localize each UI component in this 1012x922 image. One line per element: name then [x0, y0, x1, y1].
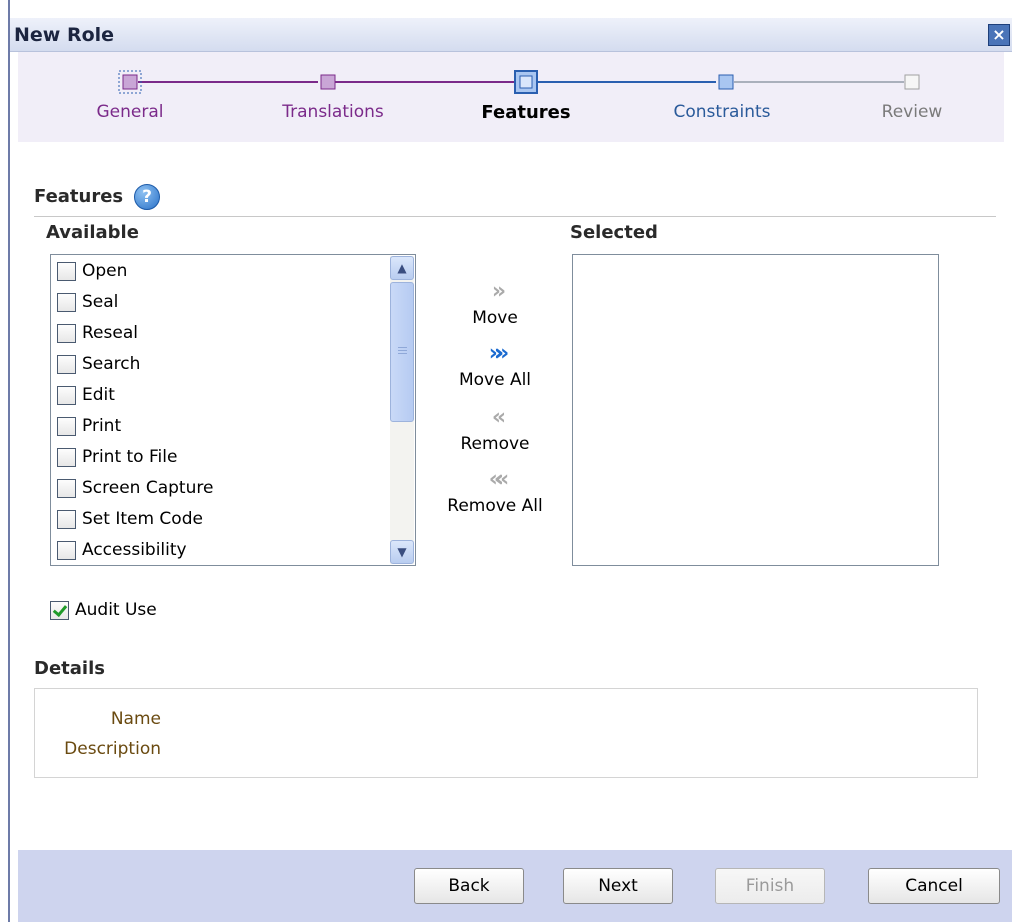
checkbox[interactable] [57, 416, 76, 436]
checkbox[interactable] [57, 292, 76, 312]
list-item-seal[interactable]: Seal [57, 288, 118, 316]
help-icon[interactable]: ? [134, 184, 160, 210]
remove-label: Remove [460, 434, 530, 454]
checkbox[interactable] [57, 354, 76, 374]
dialog-footer: Back Next Finish Cancel [18, 850, 1012, 922]
step-translations-label[interactable]: Translations [268, 102, 398, 122]
list-item-open[interactable]: Open [57, 257, 127, 285]
option-label: Reseal [82, 323, 138, 343]
details-panel: Name Description [34, 688, 978, 778]
step-review: Review [852, 102, 972, 122]
checkbox[interactable] [57, 447, 76, 467]
move-icon: » [491, 279, 506, 304]
audit-use-checkbox[interactable]: Audit Use [50, 600, 157, 620]
available-label: Available [46, 222, 139, 243]
remove-all-label: Remove All [447, 496, 543, 516]
step-review-marker [904, 74, 920, 90]
move-all-button[interactable]: »» Move All [440, 341, 550, 391]
dialog-title: New Role [14, 24, 115, 46]
option-label: Print [82, 416, 122, 436]
checkbox[interactable] [57, 509, 76, 529]
list-item-set-item-code[interactable]: Set Item Code [57, 505, 203, 533]
section-divider [34, 216, 996, 217]
step-translations[interactable]: Translations [268, 102, 398, 122]
audit-use-check[interactable] [50, 600, 69, 620]
wizard-train: General Translations Features Constraint… [18, 52, 1004, 142]
option-label: Accessibility [82, 540, 187, 560]
selected-label: Selected [570, 222, 658, 243]
step-constraints[interactable]: Constraints [662, 102, 782, 122]
selected-list[interactable] [572, 254, 939, 566]
list-item-reseal[interactable]: Reseal [57, 319, 138, 347]
option-label: Edit [82, 385, 115, 405]
step-features: Features [466, 102, 586, 123]
option-label: Set Item Code [82, 509, 203, 529]
list-item-search[interactable]: Search [57, 350, 140, 378]
description-label: Description [64, 739, 161, 759]
train-connector-lines [138, 81, 904, 83]
list-item-edit[interactable]: Edit [57, 381, 115, 409]
checkbox[interactable] [57, 540, 76, 560]
option-label: Print to File [82, 447, 178, 467]
close-icon[interactable]: × [988, 24, 1010, 46]
move-all-icon: »» [488, 341, 509, 366]
name-label: Name [110, 709, 161, 729]
step-review-label: Review [881, 102, 943, 122]
step-features-label: Features [481, 102, 571, 123]
list-item-screen-capture[interactable]: Screen Capture [57, 474, 213, 502]
option-label: Search [82, 354, 141, 374]
move-all-label: Move All [458, 370, 532, 390]
finish-button: Finish [715, 868, 825, 904]
list-item-print-to-file[interactable]: Print to File [57, 443, 177, 471]
checkbox[interactable] [57, 323, 76, 343]
checkbox[interactable] [57, 478, 76, 498]
step-translations-marker[interactable] [319, 73, 337, 91]
step-constraints-label[interactable]: Constraints [662, 102, 782, 122]
audit-use-label: Audit Use [75, 600, 157, 620]
step-features-marker [514, 70, 538, 94]
dialog-titlebar: New Role × [10, 18, 1012, 52]
step-constraints-marker[interactable] [717, 73, 735, 91]
option-label: Seal [82, 292, 119, 312]
checkbox[interactable] [57, 261, 76, 281]
cancel-button[interactable]: Cancel [868, 868, 1000, 904]
details-title: Details [34, 658, 105, 679]
step-general-label[interactable]: General [70, 102, 190, 122]
next-button[interactable]: Next [563, 868, 673, 904]
move-button[interactable]: » Move [440, 279, 550, 329]
move-label: Move [472, 308, 518, 328]
available-list[interactable]: Open Seal Reseal Search Edit Print Print… [50, 254, 416, 566]
features-section-title: Features [34, 186, 124, 207]
remove-button[interactable]: « Remove [440, 405, 550, 455]
remove-all-button[interactable]: «« Remove All [440, 467, 550, 517]
scroll-up-icon[interactable]: ▲ [390, 256, 414, 280]
remove-icon: « [491, 405, 506, 430]
scroll-thumb[interactable] [390, 282, 414, 422]
scroll-down-icon[interactable]: ▼ [390, 540, 414, 564]
available-scrollbar[interactable]: ▲ ▼ [390, 256, 414, 564]
list-item-accessibility[interactable]: Accessibility [57, 536, 187, 564]
list-item-print[interactable]: Print [57, 412, 121, 440]
step-general-marker[interactable] [118, 70, 142, 94]
remove-all-icon: «« [488, 467, 509, 492]
new-role-dialog: New Role × General Translations Features… [10, 18, 1012, 922]
option-label: Screen Capture [82, 478, 214, 498]
window-edge [0, 0, 10, 922]
checkbox[interactable] [57, 385, 76, 405]
option-label: Open [82, 261, 128, 281]
step-general[interactable]: General [70, 102, 190, 122]
back-button[interactable]: Back [414, 868, 524, 904]
